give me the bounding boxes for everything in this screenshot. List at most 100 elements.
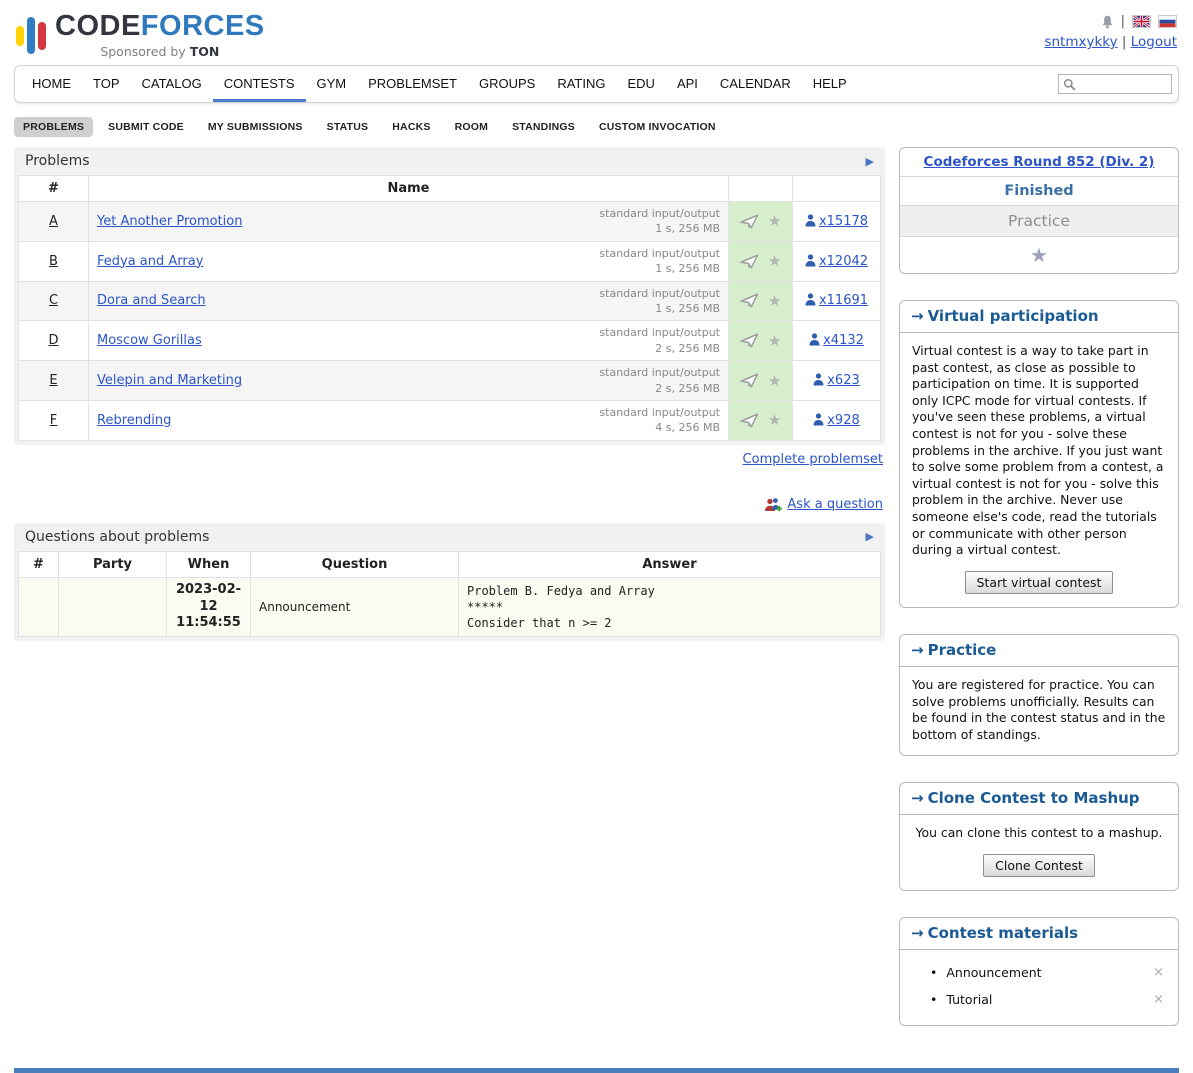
problem-index-link[interactable]: A: [49, 214, 58, 229]
favorite-star-icon[interactable]: ★: [768, 411, 781, 429]
submit-plane-icon[interactable]: [740, 214, 759, 229]
header: CODEFORCES Sponsored by TON | sntmxykky …: [14, 8, 1179, 65]
problem-name-link[interactable]: Velepin and Marketing: [97, 373, 242, 388]
problem-name-link[interactable]: Moscow Gorillas: [97, 333, 202, 348]
tab-submit-code[interactable]: SUBMIT CODE: [99, 117, 193, 137]
nav-item-gym[interactable]: GYM: [306, 68, 358, 102]
complete-problemset-link[interactable]: Complete problemset: [743, 452, 883, 467]
problem-name-link[interactable]: Yet Another Promotion: [97, 214, 242, 229]
problem-name-link[interactable]: Dora and Search: [97, 293, 206, 308]
table-row: F Rebrending standard input/output4 s, 2…: [19, 400, 881, 440]
tab-problems[interactable]: PROBLEMS: [14, 117, 93, 137]
contest-status: Finished: [900, 176, 1178, 205]
user-row: sntmxykky | Logout: [1044, 34, 1177, 50]
nav-item-problemset[interactable]: PROBLEMSET: [357, 68, 468, 102]
submit-plane-icon[interactable]: [740, 373, 759, 388]
tab-status[interactable]: STATUS: [318, 117, 378, 137]
nav-item-edu[interactable]: EDU: [616, 68, 665, 102]
problem-index-link[interactable]: F: [50, 413, 57, 428]
problem-index-link[interactable]: E: [49, 373, 57, 388]
col-header-name: Name: [89, 176, 729, 202]
bullet-icon: •: [930, 965, 937, 980]
problem-name-link[interactable]: Rebrending: [97, 413, 171, 428]
problem-index-link[interactable]: D: [48, 333, 58, 348]
virtual-participation-box: →Virtual participation Virtual contest i…: [899, 300, 1179, 608]
col-header-question: Question: [251, 551, 459, 577]
bullet-icon: •: [930, 992, 937, 1007]
logout-link[interactable]: Logout: [1131, 34, 1177, 50]
problem-index-link[interactable]: C: [49, 293, 58, 308]
questions-caption: Questions about problems: [25, 529, 209, 545]
question-answer: Problem B. Fedya and Array ***** Conside…: [459, 577, 881, 637]
person-icon: [805, 293, 816, 306]
solved-count-link[interactable]: x15178: [805, 214, 868, 229]
questions-table: # Party When Question Answer 2023-0: [18, 551, 881, 638]
contest-title-link[interactable]: Codeforces Round 852 (Div. 2): [924, 154, 1155, 170]
favorite-star-icon[interactable]: ★: [1030, 243, 1048, 267]
nav-item-contests[interactable]: CONTESTS: [213, 68, 306, 102]
submit-plane-icon[interactable]: [740, 293, 759, 308]
nav-item-catalog[interactable]: CATALOG: [131, 68, 213, 102]
nav-item-calendar[interactable]: CALENDAR: [709, 68, 802, 102]
ask-question-link[interactable]: Ask a question: [787, 497, 883, 512]
table-row: B Fedya and Array standard input/output1…: [19, 241, 881, 281]
submit-plane-icon[interactable]: [740, 413, 759, 428]
submit-plane-icon[interactable]: [740, 333, 759, 348]
problem-index-link[interactable]: B: [49, 254, 58, 269]
logo-title: CODEFORCES: [55, 10, 265, 42]
problem-constraints: standard input/output1 s, 256 MB: [599, 206, 720, 237]
tab-my-submissions[interactable]: MY SUBMISSIONS: [199, 117, 312, 137]
contest-sub-nav: PROBLEMS SUBMIT CODE MY SUBMISSIONS STAT…: [14, 117, 1179, 137]
start-virtual-contest-button[interactable]: Start virtual contest: [965, 571, 1114, 594]
table-row: A Yet Another Promotion standard input/o…: [19, 202, 881, 242]
solved-count-link[interactable]: x4132: [809, 333, 864, 348]
username-link[interactable]: sntmxykky: [1044, 34, 1117, 50]
header-right: | sntmxykky | Logout: [1044, 12, 1177, 50]
tab-hacks[interactable]: HACKS: [383, 117, 439, 137]
favorite-star-icon[interactable]: ★: [768, 292, 781, 310]
nav-item-rating[interactable]: RATING: [546, 68, 616, 102]
favorite-star-icon[interactable]: ★: [768, 212, 781, 230]
solved-count-link[interactable]: x12042: [805, 254, 868, 269]
arrow-right-icon: →: [911, 307, 924, 325]
tab-room[interactable]: ROOM: [446, 117, 497, 137]
list-item: • Tutorial ×: [912, 986, 1166, 1013]
flag-en-icon[interactable]: [1132, 15, 1151, 28]
material-announcement-link[interactable]: Announcement: [946, 965, 1041, 980]
material-tutorial-link[interactable]: Tutorial: [946, 992, 992, 1007]
questions-datatable: Questions about problems ▶ # Party When …: [14, 523, 885, 642]
solved-count-link[interactable]: x928: [813, 413, 860, 428]
close-icon[interactable]: ×: [1153, 992, 1164, 1007]
nav-item-api[interactable]: API: [666, 68, 709, 102]
solved-count-link[interactable]: x11691: [805, 293, 868, 308]
problem-constraints: standard input/output4 s, 256 MB: [599, 405, 720, 436]
practice-title: →Practice: [900, 635, 1178, 667]
question-row: 2023-02-12 11:54:55 Announcement Problem…: [19, 577, 881, 637]
main-column: Problems ▶ # Name A: [14, 147, 885, 641]
clone-contest-button[interactable]: Clone Contest: [983, 854, 1095, 877]
nav-item-help[interactable]: HELP: [802, 68, 858, 102]
person-icon: [805, 254, 816, 267]
codeforces-logo[interactable]: CODEFORCES Sponsored by TON: [16, 12, 265, 59]
caption-expand-arrow-icon[interactable]: ▶: [866, 155, 874, 168]
person-icon: [805, 214, 816, 227]
question-text: Announcement: [251, 577, 459, 637]
solved-count-link[interactable]: x623: [813, 373, 860, 388]
nav-item-groups[interactable]: GROUPS: [468, 68, 546, 102]
problem-constraints: standard input/output2 s, 256 MB: [599, 365, 720, 396]
logo-subtitle: Sponsored by TON: [55, 44, 265, 59]
tab-custom-invocation[interactable]: CUSTOM INVOCATION: [590, 117, 725, 137]
submit-plane-icon[interactable]: [740, 254, 759, 269]
favorite-star-icon[interactable]: ★: [768, 252, 781, 270]
caption-expand-arrow-icon[interactable]: ▶: [866, 530, 874, 543]
favorite-star-icon[interactable]: ★: [768, 332, 781, 350]
close-icon[interactable]: ×: [1153, 965, 1164, 980]
tab-standings[interactable]: STANDINGS: [503, 117, 584, 137]
favorite-star-icon[interactable]: ★: [768, 372, 781, 390]
nav-item-home[interactable]: HOME: [21, 68, 82, 102]
problem-name-link[interactable]: Fedya and Array: [97, 254, 203, 269]
contest-info-box: Codeforces Round 852 (Div. 2) Finished P…: [899, 147, 1179, 274]
flag-ru-icon[interactable]: [1158, 15, 1177, 28]
nav-item-top[interactable]: TOP: [82, 68, 131, 102]
bell-icon[interactable]: [1101, 15, 1114, 29]
